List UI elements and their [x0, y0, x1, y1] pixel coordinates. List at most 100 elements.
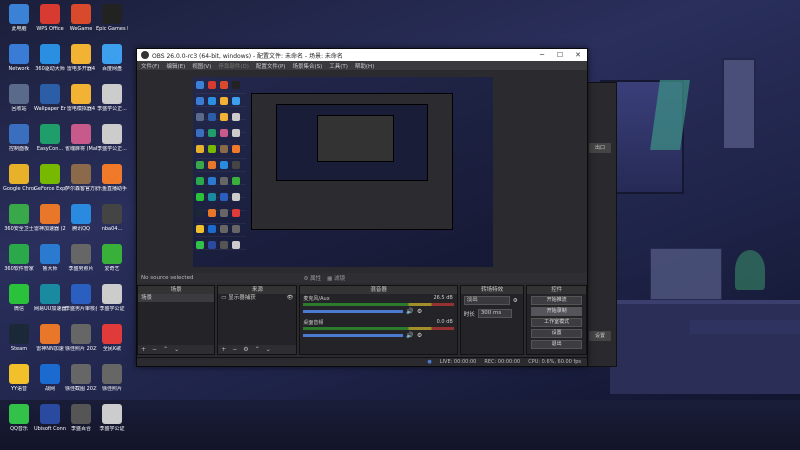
properties-button[interactable]: ⚙ 属性: [303, 274, 321, 282]
desktop-icon[interactable]: 全民K歌: [96, 324, 128, 352]
menu-help[interactable]: 帮助(H): [355, 62, 374, 70]
add-icon[interactable]: +: [221, 346, 226, 353]
add-icon[interactable]: +: [141, 346, 146, 353]
close-icon[interactable]: ✕: [569, 51, 587, 59]
desktop-icon[interactable]: 此电脑: [3, 4, 35, 32]
down-icon[interactable]: ⌄: [174, 346, 179, 353]
desktop-icon[interactable]: 网易UU加速器: [34, 284, 66, 312]
desktop-icon[interactable]: Ubisoft Connect: [34, 404, 66, 432]
exit-button[interactable]: 退出: [531, 340, 582, 349]
menu-file[interactable]: 文件(F): [141, 62, 159, 70]
desktop-icon[interactable]: 360软件管家: [3, 244, 35, 272]
sources-dock-title: 来源: [218, 286, 297, 294]
preview-mini-icon: [208, 113, 216, 121]
desktop-icon[interactable]: Steam: [3, 324, 35, 352]
gear-icon[interactable]: ⚙: [417, 332, 422, 339]
desktop-icon[interactable]: WPS Office: [34, 4, 66, 32]
volume-slider[interactable]: [303, 310, 404, 313]
desktop-icon[interactable]: 爱奇艺: [96, 244, 128, 272]
menu-scene-collection[interactable]: 场景集合(S): [292, 62, 322, 70]
desktop-icon[interactable]: 360安全卫士: [3, 204, 35, 232]
desktop-icon-label: 乐鱼直播助手: [96, 186, 127, 192]
preview-canvas[interactable]: [193, 77, 493, 267]
desktop-icon[interactable]: 萨尔森客官方服务器: [65, 164, 97, 192]
gear-icon[interactable]: ⚙: [243, 346, 248, 353]
start-recording-button[interactable]: 开始录制: [531, 307, 582, 316]
up-icon[interactable]: ⌃: [163, 346, 168, 353]
desktop-icon[interactable]: Network: [3, 44, 35, 72]
preview-mini-icon: [208, 81, 216, 89]
desktop-icon[interactable]: 腾讯QQ: [65, 204, 97, 232]
background-app-button[interactable]: 出口: [589, 143, 611, 153]
gear-icon[interactable]: ⚙: [417, 308, 422, 315]
visibility-icon[interactable]: 👁: [286, 294, 293, 302]
preview-mini-icon: [232, 145, 240, 153]
transition-type-select[interactable]: 淡出: [463, 296, 510, 305]
remove-icon[interactable]: −: [152, 346, 157, 353]
desktop-icon[interactable]: GeForce Experience: [34, 164, 66, 192]
menu-bar: 文件(F) 编辑(E) 视图(V) 停靠部件(D) 配置文件(P) 场景集合(S…: [137, 61, 587, 70]
desktop-icon[interactable]: 鲁大师: [34, 244, 66, 272]
preview-nested-inner: [317, 115, 394, 162]
scene-item[interactable]: 场景: [138, 294, 215, 302]
desktop-icon-label: 李盛男照片: [68, 266, 94, 272]
desktop-icon[interactable]: 微信: [3, 284, 35, 312]
minimize-icon[interactable]: ─: [533, 51, 551, 59]
desktop-icon[interactable]: Google Chrome: [3, 164, 35, 192]
preview-mini-icon: [196, 113, 204, 121]
desktop-icon[interactable]: EasyCon...: [34, 124, 66, 152]
desktop-icon[interactable]: Wallpaper Engine:...: [34, 84, 66, 112]
desktop-icon[interactable]: 雷神加速器 (2): [34, 204, 66, 232]
menu-profile[interactable]: 配置文件(P): [256, 62, 286, 70]
speaker-icon[interactable]: 🔊: [406, 332, 413, 339]
filters-button[interactable]: ▦ 滤镜: [327, 274, 345, 282]
desktop-icon[interactable]: 李盛学公正...: [96, 84, 128, 112]
desktop-icon-label: nba04...: [101, 226, 123, 232]
desktop-icon[interactable]: 徐佳照片: [96, 364, 128, 392]
up-icon[interactable]: ⌃: [255, 346, 260, 353]
desktop-icon[interactable]: 徐佳照片 2021/12...: [65, 324, 97, 352]
desktop-icon[interactable]: 360驱动大师: [34, 44, 66, 72]
settings-button[interactable]: 设置: [531, 329, 582, 338]
desktop-icon[interactable]: WeGame: [65, 4, 97, 32]
desktop-icon[interactable]: 李盛百合: [65, 404, 97, 432]
desktop-icon[interactable]: 控制面板: [3, 124, 35, 152]
menu-tools[interactable]: 工具(T): [329, 62, 348, 70]
desktop-icon[interactable]: QQ音乐: [3, 404, 35, 432]
maximize-icon[interactable]: ☐: [551, 51, 569, 59]
desktop-icon[interactable]: 徐佳截图 2021/12...: [65, 364, 97, 392]
desktop-icon[interactable]: 李盛男照片: [65, 244, 97, 272]
menu-edit[interactable]: 编辑(E): [166, 62, 185, 70]
gear-icon[interactable]: ⚙: [513, 298, 518, 304]
app-icon: [9, 164, 29, 184]
desktop-icon[interactable]: 李盛学公证: [96, 284, 128, 312]
desktop-icon[interactable]: 回收站: [3, 84, 35, 112]
desktop-icon[interactable]: 李盛男片审核台推工具: [65, 284, 97, 312]
speaker-icon[interactable]: 🔊: [406, 308, 413, 315]
desktop-icon[interactable]: 雷电多开器4: [65, 44, 97, 72]
desktop-icon[interactable]: 百度网盘: [96, 44, 128, 72]
desktop-icon[interactable]: 雷电模拟器4: [65, 84, 97, 112]
background-app-button[interactable]: 设置: [589, 331, 611, 341]
duration-input[interactable]: 300 ms: [477, 309, 512, 318]
start-streaming-button[interactable]: 开始推流: [531, 296, 582, 305]
desktop-icon[interactable]: 李盛学公证: [96, 404, 128, 432]
down-icon[interactable]: ⌄: [266, 346, 271, 353]
desktop-icon[interactable]: 战网: [34, 364, 66, 392]
volume-slider[interactable]: [303, 334, 404, 337]
desktop-icon[interactable]: YY语音: [3, 364, 35, 392]
desktop-icon[interactable]: Epic Games Launcher: [96, 4, 128, 32]
app-icon: [102, 364, 122, 384]
menu-docks[interactable]: 停靠部件(D): [218, 62, 249, 70]
desktop-icon[interactable]: nba04...: [96, 204, 128, 232]
remove-icon[interactable]: −: [232, 346, 237, 353]
desktop-icon[interactable]: 李盛学公正...: [96, 124, 128, 152]
studio-mode-button[interactable]: 工作室模式: [531, 318, 582, 327]
menu-view[interactable]: 视图(V): [192, 62, 211, 70]
app-icon: [71, 284, 91, 304]
desktop-icon[interactable]: 雀魂麻将 (Mahjong...: [65, 124, 97, 152]
source-item[interactable]: ▭ 显示器捕获 👁: [218, 294, 296, 302]
controls-dock: 控件 开始推流 开始录制 工作室模式 设置 退出: [526, 285, 587, 355]
desktop-icon[interactable]: 雷神NN加速: [34, 324, 66, 352]
desktop-icon[interactable]: 乐鱼直播助手: [96, 164, 128, 192]
